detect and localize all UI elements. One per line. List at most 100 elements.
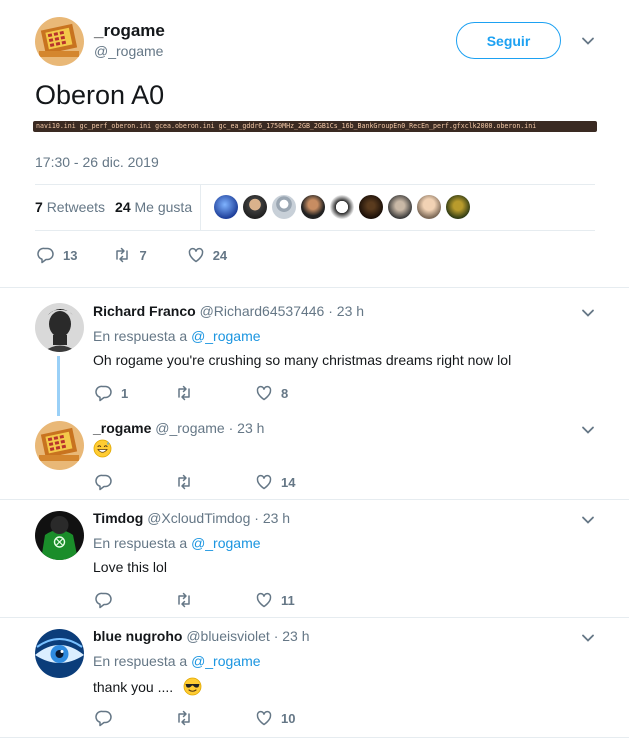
reply-button[interactable] bbox=[95, 473, 155, 491]
reply-icon bbox=[95, 592, 112, 609]
reply-count: 13 bbox=[63, 247, 78, 263]
sunglasses-emoji bbox=[183, 677, 202, 696]
like-button[interactable]: 14 bbox=[255, 473, 295, 491]
chevron-down-icon[interactable] bbox=[577, 509, 599, 531]
heart-icon bbox=[256, 710, 272, 726]
likes-stat[interactable]: 24 Me gusta bbox=[115, 199, 192, 215]
chevron-down-icon[interactable] bbox=[577, 30, 599, 52]
reply-to-line: En respuesta a @_rogame bbox=[93, 535, 261, 551]
reply-text: Oh rogame you're crushing so many christ… bbox=[93, 352, 512, 368]
reply-author-name[interactable]: blue nugroho bbox=[93, 628, 182, 644]
reply-header: blue nugroho @blueisviolet · 23 h bbox=[93, 628, 310, 644]
reply-to-prefix: En respuesta a bbox=[93, 328, 188, 344]
retweet-count: 7 bbox=[139, 247, 147, 263]
reply-time[interactable]: · 23 h bbox=[254, 510, 290, 526]
chevron-down-icon[interactable] bbox=[577, 302, 599, 324]
liker-avatar[interactable] bbox=[359, 195, 383, 219]
reply-to-line: En respuesta a @_rogame bbox=[93, 328, 261, 344]
reply-actions: 14 bbox=[95, 473, 295, 491]
reply-button[interactable]: 1 bbox=[95, 384, 155, 402]
like-button[interactable]: 24 bbox=[187, 246, 227, 264]
like-button[interactable]: 8 bbox=[255, 384, 288, 402]
reply-to-line: En respuesta a @_rogame bbox=[93, 653, 261, 669]
likers-avatars bbox=[214, 195, 470, 219]
reply-author-name[interactable]: _rogame bbox=[93, 420, 151, 436]
chevron-down-icon[interactable] bbox=[577, 419, 599, 441]
like-button[interactable]: 11 bbox=[255, 591, 295, 609]
heart-icon bbox=[188, 247, 203, 263]
divider bbox=[0, 737, 629, 738]
retweets-stat[interactable]: 7 Retweets bbox=[35, 199, 105, 215]
attached-image-text[interactable]: navi10.ini gc_perf_oberon.ini gcea.obero… bbox=[33, 121, 597, 132]
reply-icon bbox=[95, 710, 112, 727]
like-count: 24 bbox=[212, 247, 228, 263]
like-count: 10 bbox=[281, 710, 296, 726]
divider bbox=[0, 287, 629, 288]
reply-author-name[interactable]: Timdog bbox=[93, 510, 143, 526]
like-button[interactable]: 10 bbox=[255, 709, 295, 727]
liker-avatar[interactable] bbox=[272, 195, 296, 219]
follow-button[interactable]: Seguir bbox=[456, 22, 561, 59]
like-count: 8 bbox=[281, 385, 289, 401]
retweet-button[interactable] bbox=[175, 384, 255, 402]
reply-author-handle[interactable]: @_rogame bbox=[155, 420, 224, 436]
reply-icon bbox=[95, 474, 112, 491]
liker-avatar[interactable] bbox=[388, 195, 412, 219]
reply-button[interactable] bbox=[95, 709, 155, 727]
reply-text: thank you .... bbox=[93, 678, 174, 695]
divider bbox=[35, 230, 595, 231]
thread-line bbox=[57, 356, 60, 416]
heart-icon bbox=[256, 592, 272, 608]
reply-avatar[interactable] bbox=[35, 303, 84, 352]
heart-icon bbox=[256, 385, 272, 401]
retweet-icon bbox=[178, 474, 190, 490]
liker-avatar[interactable] bbox=[330, 195, 354, 219]
stats-separator bbox=[200, 184, 201, 230]
reply-button[interactable] bbox=[95, 591, 155, 609]
retweet-button[interactable] bbox=[175, 591, 255, 609]
retweet-button[interactable]: 7 bbox=[113, 246, 147, 264]
main-tweet-actions: 13 7 24 bbox=[37, 246, 227, 264]
reply-author-handle[interactable]: @Richard64537446 bbox=[200, 303, 325, 319]
reply-avatar[interactable] bbox=[35, 421, 84, 470]
reply-time[interactable]: · 23 h bbox=[328, 303, 364, 319]
author-name[interactable]: _rogame bbox=[94, 21, 165, 41]
reply-button[interactable]: 13 bbox=[37, 246, 77, 264]
retweet-icon bbox=[178, 710, 190, 726]
divider bbox=[0, 617, 629, 618]
reply-text-row: thank you .... bbox=[93, 677, 202, 696]
retweet-icon bbox=[116, 247, 129, 263]
liker-avatar[interactable] bbox=[446, 195, 470, 219]
like-count: 11 bbox=[281, 592, 295, 608]
tweet-timestamp[interactable]: 17:30 - 26 dic. 2019 bbox=[35, 154, 159, 170]
reply-avatar[interactable] bbox=[35, 511, 84, 560]
liker-avatar[interactable] bbox=[243, 195, 267, 219]
liker-avatar[interactable] bbox=[417, 195, 441, 219]
retweet-icon bbox=[178, 385, 190, 401]
reply-actions: 11 bbox=[95, 591, 295, 609]
reply-to-link[interactable]: @_rogame bbox=[191, 653, 260, 669]
reply-time[interactable]: · 23 h bbox=[274, 628, 310, 644]
chevron-down-icon[interactable] bbox=[577, 627, 599, 649]
reply-count: 1 bbox=[121, 385, 129, 401]
retweet-button[interactable] bbox=[175, 709, 255, 727]
reply-actions: 10 bbox=[95, 709, 295, 727]
retweet-icon bbox=[178, 592, 190, 608]
author-handle[interactable]: @_rogame bbox=[94, 43, 163, 59]
reply-author-name[interactable]: Richard Franco bbox=[93, 303, 196, 319]
retweet-button[interactable] bbox=[175, 473, 255, 491]
divider bbox=[35, 184, 595, 185]
reply-time[interactable]: · 23 h bbox=[229, 420, 265, 436]
liker-avatar[interactable] bbox=[301, 195, 325, 219]
liker-avatar[interactable] bbox=[214, 195, 238, 219]
reply-author-handle[interactable]: @blueisviolet bbox=[186, 628, 269, 644]
reply-avatar[interactable] bbox=[35, 629, 84, 678]
reply-to-prefix: En respuesta a bbox=[93, 653, 188, 669]
reply-to-link[interactable]: @_rogame bbox=[191, 535, 260, 551]
reply-icon bbox=[95, 385, 112, 402]
reply-to-link[interactable]: @_rogame bbox=[191, 328, 260, 344]
like-count: 14 bbox=[281, 474, 296, 490]
reply-actions: 1 8 bbox=[95, 384, 288, 402]
author-avatar[interactable] bbox=[35, 17, 84, 66]
reply-author-handle[interactable]: @XcloudTimdog bbox=[147, 510, 250, 526]
